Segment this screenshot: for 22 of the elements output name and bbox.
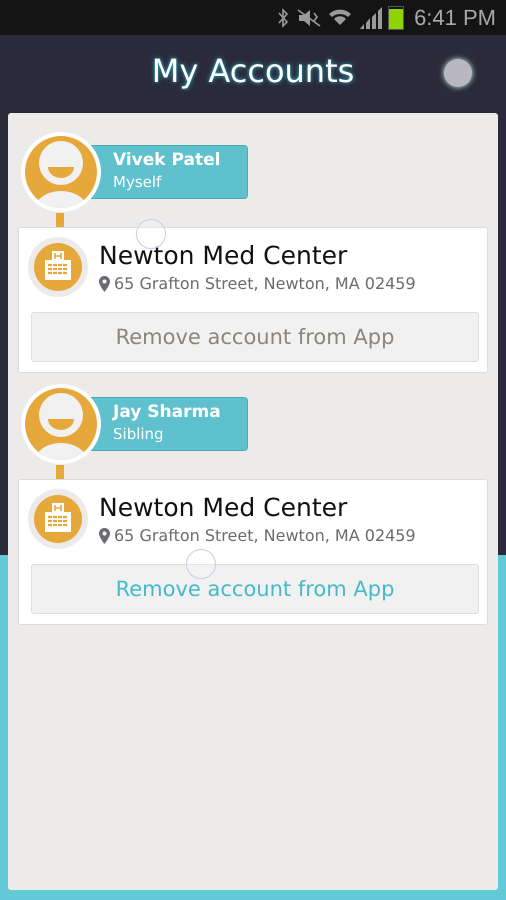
bluetooth-icon: [276, 8, 290, 28]
remove-account-button[interactable]: Remove account from App: [31, 564, 479, 614]
touch-indicator: [444, 59, 472, 87]
location-pin-icon: [99, 528, 110, 544]
screen-title: My Accounts: [152, 52, 354, 90]
touch-indicator: [186, 549, 216, 579]
relation-label: Sibling: [113, 425, 165, 443]
person-name: Vivek Patel: [113, 150, 222, 170]
signal-icon: [358, 6, 382, 28]
provider-name: Newton Med Center: [99, 241, 348, 270]
address-text: 65 Grafton Street, Newton, MA 02459: [114, 526, 416, 545]
clock-time: 6:41 PM: [414, 4, 496, 30]
battery-icon: [388, 6, 404, 30]
location-pin-icon: [99, 276, 110, 292]
remove-account-button[interactable]: Remove account from App: [31, 312, 479, 362]
hospital-icon: [27, 488, 89, 550]
address-text: 65 Grafton Street, Newton, MA 02459: [114, 274, 416, 293]
hospital-icon: [27, 236, 89, 298]
provider-name: Newton Med Center: [99, 493, 348, 522]
mute-icon: [296, 8, 322, 28]
relation-label: Myself: [113, 173, 162, 191]
person-name: Jay Sharma: [113, 402, 222, 422]
